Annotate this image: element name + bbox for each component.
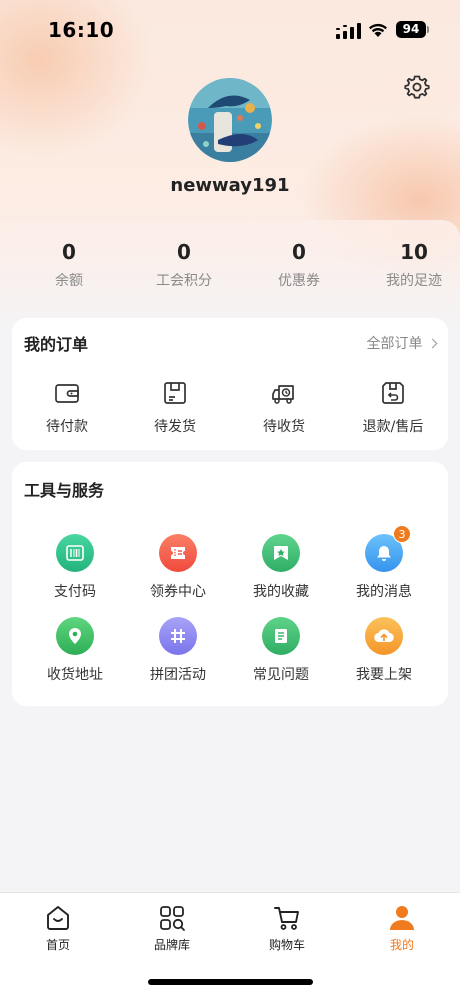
stat-label: 优惠券 (278, 273, 320, 289)
tab-me[interactable]: 我的 (357, 903, 447, 953)
favorite-icon (262, 534, 300, 572)
battery-tip (427, 26, 429, 33)
box-icon (164, 382, 186, 404)
order-label: 退款/售后 (362, 419, 424, 435)
service-shipping-address[interactable]: 收货地址 (25, 617, 125, 684)
stat-value: 10 (400, 240, 428, 264)
services-card: 工具与服务 支付码 领券中心 我的收藏 3 我的消息 收货地址 拼团活动 常见问… (12, 462, 448, 706)
unread-badge: 3 (393, 525, 411, 543)
service-label: 我要上架 (356, 667, 412, 683)
all-orders-link[interactable]: 全部订单 (366, 333, 438, 353)
service-payment-code[interactable]: 支付码 (25, 534, 125, 601)
order-pending-receipt[interactable]: 待收货 (239, 380, 329, 436)
bell-icon: 3 (365, 525, 411, 572)
orders-title: 我的订单 (24, 335, 89, 354)
cart-icon (274, 907, 299, 930)
service-label: 拼团活动 (150, 667, 206, 683)
tab-shopping-cart[interactable]: 购物车 (242, 903, 332, 953)
all-orders-label: 全部订单 (366, 336, 423, 352)
avatar[interactable] (188, 78, 272, 162)
order-refund-aftersales[interactable]: 退款/售后 (348, 380, 438, 436)
username: newway191 (170, 175, 290, 196)
order-label: 待收货 (263, 419, 305, 435)
barcode-icon (56, 534, 94, 572)
document-icon (262, 617, 300, 655)
order-pending-shipment[interactable]: 待发货 (130, 380, 220, 436)
service-faq[interactable]: 常见问题 (231, 617, 331, 684)
cellular-signal-icon (336, 23, 361, 39)
service-label: 领券中心 (150, 584, 206, 600)
status-time: 16:10 (48, 18, 115, 42)
stat-value: 0 (292, 240, 306, 264)
stat-union-points[interactable]: 0 工会积分 (129, 240, 239, 290)
user-icon (390, 906, 414, 930)
tab-brand-library[interactable]: 品牌库 (127, 903, 217, 953)
service-label: 我的消息 (356, 584, 412, 600)
grid-hash-icon (159, 617, 197, 655)
battery-level: 94 (396, 21, 426, 38)
orders-card: 我的订单 全部订单 待付款 待发货 待收货 退款/售后 (12, 318, 448, 450)
stat-value: 0 (62, 240, 76, 264)
wallet-icon (55, 384, 79, 403)
delivery-truck-icon (272, 385, 294, 404)
service-messages[interactable]: 3 我的消息 (334, 525, 434, 601)
avatar-image (188, 78, 272, 162)
return-box-icon (382, 382, 404, 404)
order-label: 待发货 (154, 419, 196, 435)
service-favorites[interactable]: 我的收藏 (231, 534, 331, 601)
chevron-right-icon (427, 338, 438, 349)
order-label: 待付款 (46, 419, 88, 435)
coupon-icon (159, 534, 197, 572)
tab-label: 购物车 (268, 938, 305, 952)
tab-label: 首页 (45, 938, 70, 952)
stat-footprints[interactable]: 10 我的足迹 (359, 240, 460, 290)
wifi-icon (369, 23, 387, 37)
service-label: 收货地址 (47, 667, 103, 683)
service-label: 支付码 (54, 584, 96, 600)
stat-coupons[interactable]: 0 优惠券 (244, 240, 354, 290)
tab-home[interactable]: 首页 (13, 903, 103, 953)
service-label: 常见问题 (253, 667, 309, 683)
service-label: 我的收藏 (253, 584, 309, 600)
home-icon (47, 906, 69, 930)
services-title: 工具与服务 (24, 481, 105, 500)
status-bar: 16:10 94 (0, 0, 460, 60)
service-list-product[interactable]: 我要上架 (334, 617, 434, 684)
stat-balance[interactable]: 0 余额 (14, 240, 124, 290)
tab-label: 我的 (389, 938, 414, 952)
order-pending-payment[interactable]: 待付款 (22, 380, 112, 436)
stat-label: 我的足迹 (386, 273, 442, 289)
stat-label: 余额 (55, 273, 83, 289)
stat-label: 工会积分 (156, 273, 212, 289)
service-group-buy[interactable]: 拼团活动 (128, 617, 228, 684)
tab-label: 品牌库 (153, 938, 190, 952)
service-coupon-center[interactable]: 领券中心 (128, 534, 228, 601)
upload-cloud-icon (365, 617, 403, 655)
location-pin-icon (56, 617, 94, 655)
settings-gear-icon[interactable] (403, 73, 431, 101)
stat-value: 0 (177, 240, 191, 264)
home-indicator (148, 979, 313, 985)
brand-grid-icon (160, 906, 185, 931)
